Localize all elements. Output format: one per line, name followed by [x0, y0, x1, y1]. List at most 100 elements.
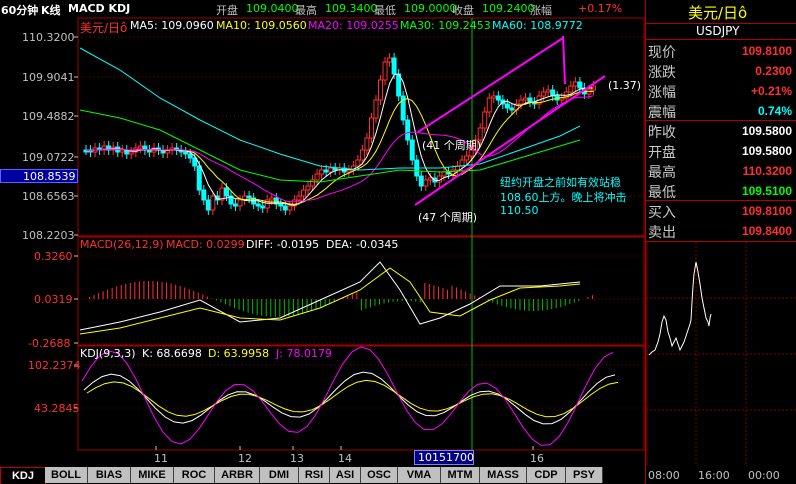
quote-row-high: 最高 110.3200 [648, 164, 792, 181]
candle-body [373, 99, 379, 119]
candle-body [237, 199, 243, 207]
candle-body [287, 205, 293, 211]
tab-osc[interactable]: OSC [361, 467, 398, 483]
quote-row-low: 最低 109.5100 [648, 184, 792, 201]
candle-body [305, 185, 311, 191]
candle-body [545, 89, 551, 93]
kdj-j-line [81, 346, 614, 446]
time-label: 12 [238, 452, 252, 465]
kdj-k-line [83, 371, 616, 425]
candle-body [378, 79, 384, 101]
candle-body [137, 145, 143, 149]
candle-body [405, 119, 411, 141]
tab-mike[interactable]: MIKE [131, 467, 174, 483]
tab-psy[interactable]: PSY [566, 467, 603, 483]
comment-line2: 108.60上方。晚上将冲击 [500, 191, 627, 204]
quote-panel: 美元/日ô USDJPY 现价 109.8100 涨跌 0.2300 涨幅 +0… [645, 0, 796, 484]
candle-body [495, 95, 501, 101]
candle-body [260, 205, 266, 209]
tab-asi[interactable]: ASI [330, 467, 361, 483]
comment-line1: 纽约开盘之前如有效站稳 [500, 176, 621, 189]
legend-ma20: MA20: 109.0255 [308, 19, 399, 32]
candle-body [223, 187, 229, 197]
diff-value: DIFF: -0.0195 [246, 238, 320, 251]
legend-ma10: MA10: 109.0560 [216, 19, 307, 32]
tab-mtm[interactable]: MTM [441, 467, 480, 483]
time-label: 13 [290, 452, 304, 465]
candle-body [364, 137, 370, 151]
mini-time-label: 16:00 [698, 469, 730, 482]
quote-row-ask: 卖出 109.8400 [648, 224, 792, 241]
tab-dmi[interactable]: DMI [260, 467, 299, 483]
candle-body [300, 189, 306, 197]
macd-title: MACD(26,12,9) [80, 238, 164, 251]
channel-edge-line [562, 35, 566, 85]
kdj-title: KDJ(9,3,3) [80, 347, 136, 360]
quote-row-amplitude: 震幅 0.74% [648, 104, 792, 121]
price-tick: 109.0722 [22, 151, 75, 164]
k-value: K: 68.6698 [142, 347, 202, 360]
candle-body [368, 117, 374, 139]
tab-boll[interactable]: BOLL [45, 467, 88, 483]
candle-body [314, 173, 320, 181]
candle-body [527, 97, 533, 103]
candle-body [387, 57, 393, 63]
candle-body [486, 97, 492, 113]
candle-body [278, 203, 284, 207]
tab-mass[interactable]: MASS [480, 467, 527, 483]
candle-body [418, 175, 424, 187]
intraday-price-line [648, 261, 712, 356]
candle-body [210, 195, 216, 211]
candle-body [323, 169, 329, 173]
candle-body [319, 169, 325, 175]
candle-body [269, 197, 275, 201]
candle-body [296, 195, 302, 201]
dea-value: DEA: -0.0345 [326, 238, 399, 251]
macd-diff-line [79, 261, 581, 331]
price-tick: 109.4882 [22, 110, 75, 123]
macd-tick: -0.2688 [28, 337, 71, 350]
quote-code: USDJPY [696, 24, 740, 38]
candle-body [504, 103, 510, 109]
time-cursor-marker: 10151700 [414, 450, 474, 465]
tab-kdj[interactable]: KDJ [0, 467, 46, 484]
candle-body [518, 99, 524, 105]
current-price-marker: 108.8539 [0, 169, 78, 183]
candle-body [246, 195, 252, 199]
period-upper-annotation: (41 个周期) [422, 139, 482, 152]
candle-body [187, 153, 193, 159]
quote-row-bid: 买入 109.8100 [648, 204, 792, 221]
candle-body [541, 91, 547, 97]
candle-body [332, 167, 338, 171]
candle-body [441, 171, 447, 177]
price-tick: 110.3200 [22, 31, 75, 44]
tab-cdp[interactable]: CDP [527, 467, 566, 483]
legend-ma30: MA30: 109.2453 [400, 19, 491, 32]
mini-time-label: 00:00 [748, 469, 780, 482]
candle-body [559, 97, 565, 101]
candle-body [310, 179, 316, 187]
price-chart-area[interactable] [0, 0, 645, 466]
candle-body [346, 169, 352, 173]
candle-body [459, 159, 465, 167]
candle-body [282, 205, 288, 211]
d-value: D: 63.9958 [208, 347, 270, 360]
time-label: 16 [530, 452, 544, 465]
price-tick: 108.6563 [22, 190, 75, 203]
tab-bias[interactable]: BIAS [88, 467, 131, 483]
time-label: 11 [154, 452, 168, 465]
candle-body [482, 111, 488, 129]
legend-ma5: MA5: 109.0960 [130, 19, 214, 32]
candle-body [568, 85, 574, 93]
quote-row-prev-close: 昨收 109.5800 [648, 124, 792, 141]
tab-arbr[interactable]: ARBR [215, 467, 260, 483]
divider [646, 39, 796, 40]
candle-body [523, 97, 529, 101]
tab-roc[interactable]: ROC [174, 467, 215, 483]
tab-vma[interactable]: VMA [398, 467, 441, 483]
tab-rsi[interactable]: RSI [299, 467, 330, 483]
candle-body [391, 57, 397, 75]
intraday-mini-chart[interactable] [646, 242, 796, 466]
candle-body [196, 165, 202, 191]
macd-panel-frame [77, 236, 645, 346]
